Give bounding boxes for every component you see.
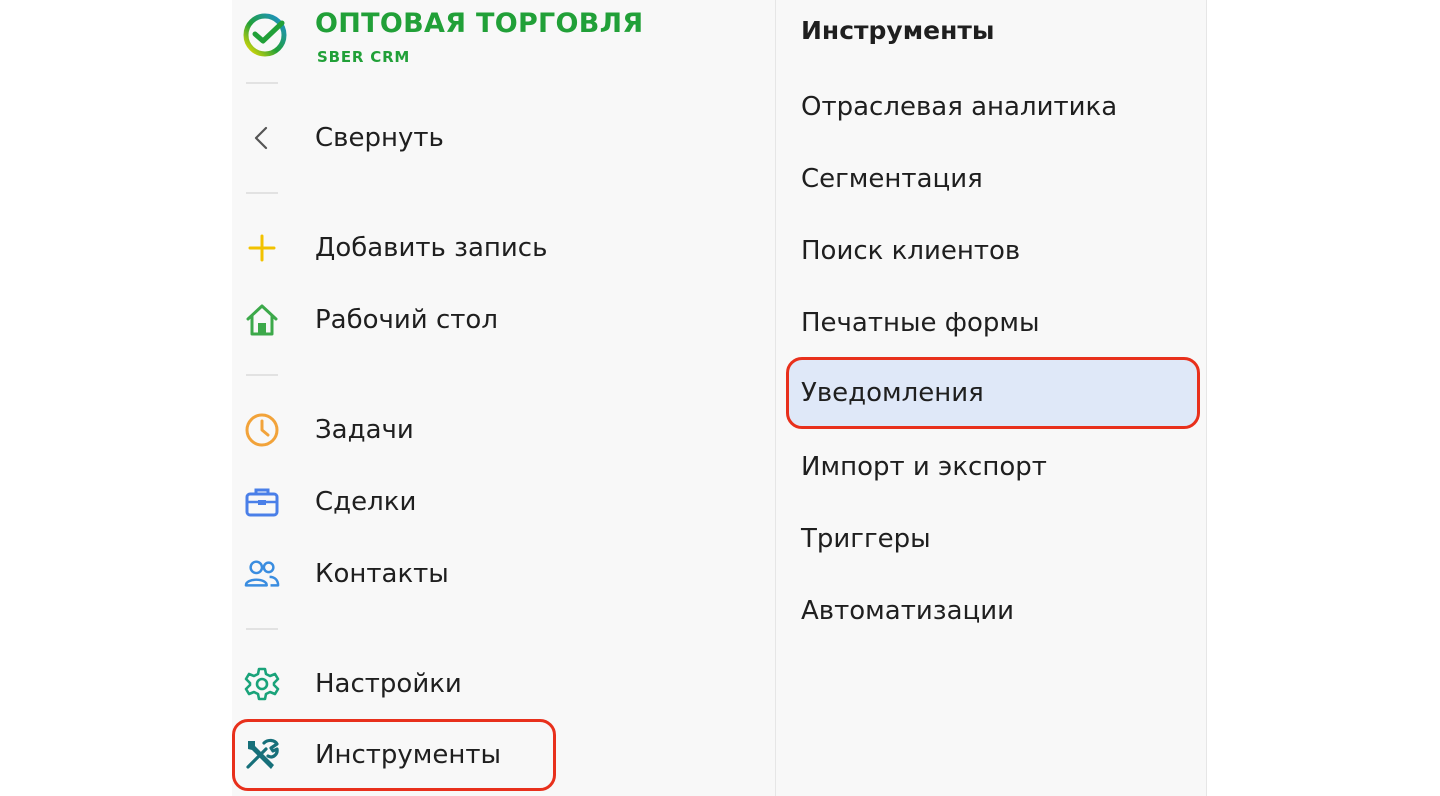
sidebar-item-deals[interactable]: Сделки [232,474,752,530]
brand-subtitle: SBER CRM [317,48,411,66]
menu-item-label: Уведомления [801,378,984,408]
menu-item-notifications[interactable]: Уведомления [786,357,1200,429]
menu-item-label: Импорт и экспорт [801,452,1047,482]
tools-menu-title: Инструменты [801,16,995,45]
sidebar-item-label: Контакты [315,559,449,589]
collapse-button[interactable]: Свернуть [232,110,752,166]
menu-item-label: Поиск клиентов [801,236,1021,266]
sidebar-item-label: Задачи [315,415,414,445]
sidebar-item-label: Свернуть [315,123,444,153]
menu-item-client-search[interactable]: Поиск клиентов [786,215,1200,287]
chevron-left-icon [244,120,280,156]
menu-item-label: Триггеры [801,524,931,554]
sidebar-item-label: Сделки [315,487,417,517]
menu-item-triggers[interactable]: Триггеры [786,503,1200,575]
menu-item-print-forms[interactable]: Печатные формы [786,287,1200,359]
sidebar-item-tasks[interactable]: Задачи [232,402,752,458]
sber-logo-icon [243,13,287,57]
sidebar-item-tools[interactable]: Инструменты [232,719,556,791]
contacts-icon [244,556,280,592]
divider [246,374,278,376]
add-record-button[interactable]: Добавить запись [232,220,752,276]
menu-item-label: Отраслевая аналитика [801,92,1118,122]
sidebar-item-label: Рабочий стол [315,305,498,335]
menu-item-import-export[interactable]: Импорт и экспорт [786,431,1200,503]
sidebar-item-contacts[interactable]: Контакты [232,546,752,602]
divider [246,82,278,84]
sidebar-item-label: Добавить запись [315,233,548,263]
sidebar-item-dashboard[interactable]: Рабочий стол [232,292,752,348]
menu-item-segmentation[interactable]: Сегментация [786,143,1200,215]
gear-icon [244,666,280,702]
divider [246,628,278,630]
menu-item-automations[interactable]: Автоматизации [786,575,1200,647]
plus-icon [244,230,280,266]
tools-icon [244,737,280,773]
sidebar-item-label: Инструменты [315,740,502,770]
brand-title: ОПТОВАЯ ТОРГОВЛЯ [315,8,644,39]
sidebar-item-settings[interactable]: Настройки [232,656,752,712]
menu-item-label: Печатные формы [801,308,1040,338]
home-icon [244,302,280,338]
divider [246,192,278,194]
menu-item-label: Сегментация [801,164,983,194]
sidebar-item-label: Настройки [315,669,462,699]
briefcase-icon [244,484,280,520]
menu-item-industry-analytics[interactable]: Отраслевая аналитика [786,71,1200,143]
menu-item-label: Автоматизации [801,596,1015,626]
clock-icon [244,412,280,448]
